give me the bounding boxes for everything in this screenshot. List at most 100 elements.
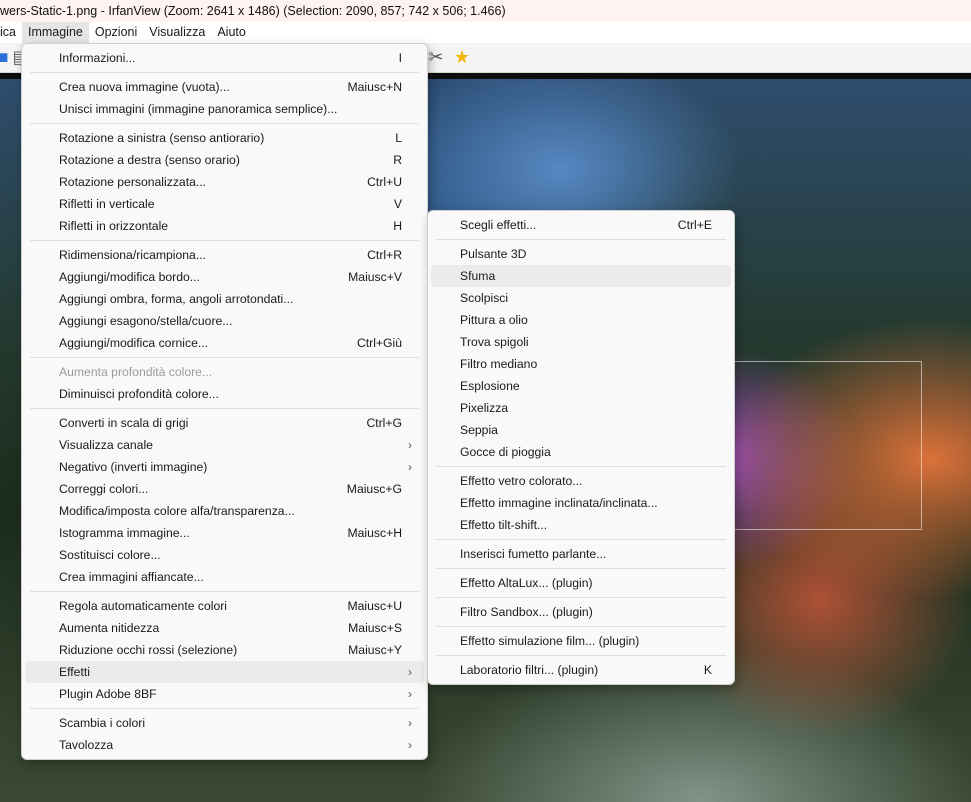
menu-separator [30,240,419,241]
menu-bar: ica Immagine Opzioni Visualizza Aiuto [0,22,971,43]
menu-item-regola-automaticamente-colori[interactable]: Regola automaticamente colori Maiusc+U [25,595,424,617]
menu-file-partial[interactable]: ica [0,22,22,43]
menu-item-label: Rifletti in verticale [59,197,155,211]
menu-item-shortcut: R [393,153,402,167]
menu-item-label: Effetto simulazione film... (plugin) [460,634,640,648]
menu-item-istogramma-immagine[interactable]: Istogramma immagine... Maiusc+H [25,522,424,544]
effects-item-pittura-a-olio[interactable]: Pittura a olio [431,309,731,331]
menu-item-label: Sostituisci colore... [59,548,161,562]
tools-icon[interactable]: ✂ [425,46,447,68]
effects-item-esplosione[interactable]: Esplosione [431,375,731,397]
effects-item-effetto-vetro-colorato[interactable]: Effetto vetro colorato... [431,470,731,492]
effects-item-pulsante-3d[interactable]: Pulsante 3D [431,243,731,265]
menu-item-label: Tavolozza [59,738,114,752]
menu-item-aggiungi-modifica-cornice[interactable]: Aggiungi/modifica cornice... Ctrl+Giù [25,332,424,354]
menu-item-plugin-adobe-8bf[interactable]: Plugin Adobe 8BF › [25,683,424,705]
menu-item-crea-nuova-immagine-vuota[interactable]: Crea nuova immagine (vuota)... Maiusc+N [25,76,424,98]
menu-item-correggi-colori[interactable]: Correggi colori... Maiusc+G [25,478,424,500]
menu-item-rotazione-personalizzata[interactable]: Rotazione personalizzata... Ctrl+U [25,171,424,193]
menu-separator [436,568,726,569]
menu-immagine[interactable]: Immagine [21,22,89,43]
menu-aiuto[interactable]: Aiuto [211,22,252,43]
effects-item-filtro-sandbox-plugin[interactable]: Filtro Sandbox... (plugin) [431,601,731,623]
menu-item-tavolozza[interactable]: Tavolozza › [25,734,424,756]
effects-item-filtro-mediano[interactable]: Filtro mediano [431,353,731,375]
chevron-right-icon: › [408,738,412,752]
menu-separator [30,708,419,709]
menu-item-rotazione-a-destra-senso-orario[interactable]: Rotazione a destra (senso orario) R [25,149,424,171]
menu-item-label: Aggiungi/modifica cornice... [59,336,209,350]
menu-item-effetti[interactable]: Effetti › [25,661,424,683]
menu-item-label: Effetto AltaLux... (plugin) [460,576,593,590]
menu-item-shortcut: Maiusc+G [346,482,402,496]
menu-item-aggiungi-ombra-forma-angoli-arrotondati[interactable]: Aggiungi ombra, forma, angoli arrotondat… [25,288,424,310]
menu-item-label: Plugin Adobe 8BF [59,687,157,701]
menu-item-negativo-inverti-immagine[interactable]: Negativo (inverti immagine) › [25,456,424,478]
effects-item-pixelizza[interactable]: Pixelizza [431,397,731,419]
effects-item-inserisci-fumetto-parlante[interactable]: Inserisci fumetto parlante... [431,543,731,565]
menu-item-aggiungi-esagono-stella-cuore[interactable]: Aggiungi esagono/stella/cuore... [25,310,424,332]
effects-item-gocce-di-pioggia[interactable]: Gocce di pioggia [431,441,731,463]
effects-item-effetto-tilt-shift[interactable]: Effetto tilt-shift... [431,514,731,536]
menu-item-shortcut: Ctrl+R [367,248,402,262]
window-title-bar: wers-Static-1.png - IrfanView (Zoom: 264… [0,0,971,22]
menu-item-unisci-immagini-immagine-panoramica-semplice[interactable]: Unisci immagini (immagine panoramica sem… [25,98,424,120]
menu-separator [436,539,726,540]
menu-item-sostituisci-colore[interactable]: Sostituisci colore... [25,544,424,566]
menu-item-visualizza-canale[interactable]: Visualizza canale › [25,434,424,456]
effects-item-effetto-immagine-inclinata-inclinata[interactable]: Effetto immagine inclinata/inclinata... [431,492,731,514]
menu-item-informazioni[interactable]: Informazioni... I [25,47,424,69]
menu-item-label: Negativo (inverti immagine) [59,460,208,474]
menu-item-label: Scambia i colori [59,716,146,730]
effects-item-scegli-effetti[interactable]: Scegli effetti... Ctrl+E [431,214,731,236]
menu-item-converti-in-scala-di-grigi[interactable]: Converti in scala di grigi Ctrl+G [25,412,424,434]
menu-item-label: Sfuma [460,269,496,283]
menu-item-rifletti-in-verticale[interactable]: Rifletti in verticale V [25,193,424,215]
menu-item-label: Visualizza canale [59,438,153,452]
menu-item-modifica-imposta-colore-alfa-transparenza[interactable]: Modifica/imposta colore alfa/transparenz… [25,500,424,522]
menu-item-label: Rotazione a destra (senso orario) [59,153,240,167]
menu-item-aggiungi-modifica-bordo[interactable]: Aggiungi/modifica bordo... Maiusc+V [25,266,424,288]
menu-item-label: Modifica/imposta colore alfa/transparenz… [59,504,295,518]
effects-item-effetto-simulazione-film-plugin[interactable]: Effetto simulazione film... (plugin) [431,630,731,652]
menu-item-shortcut: Maiusc+H [347,526,402,540]
effects-item-seppia[interactable]: Seppia [431,419,731,441]
menu-separator [436,239,726,240]
menu-item-aumenta-nitidezza[interactable]: Aumenta nitidezza Maiusc+S [25,617,424,639]
menu-item-label: Rotazione personalizzata... [59,175,207,189]
menu-item-scambia-i-colori[interactable]: Scambia i colori › [25,712,424,734]
menu-item-label: Effetto vetro colorato... [460,474,583,488]
image-menu: Informazioni... I Crea nuova immagine (vuo… [21,43,428,760]
menu-separator [436,597,726,598]
menu-item-rotazione-a-sinistra-senso-antiorario[interactable]: Rotazione a sinistra (senso antiorario) L [25,127,424,149]
menu-item-ridimensiona-ricampiona[interactable]: Ridimensiona/ricampiona... Ctrl+R [25,244,424,266]
menu-separator [436,466,726,467]
effects-item-scolpisci[interactable]: Scolpisci [431,287,731,309]
menu-item-label: Converti in scala di grigi [59,416,189,430]
menu-item-aumenta-profondita-colore: Aumenta profondità colore... [25,361,424,383]
menu-item-label: Laboratorio filtri... (plugin) [460,663,599,677]
menu-visualizza[interactable]: Visualizza [143,22,211,43]
star-icon[interactable]: ★ [451,46,473,68]
menu-item-shortcut: V [393,197,402,211]
menu-item-rifletti-in-orizzontale[interactable]: Rifletti in orizzontale H [25,215,424,237]
menu-separator [436,655,726,656]
menu-item-label: Diminuisci profondità colore... [59,387,219,401]
selection-rectangle[interactable] [722,361,922,530]
menu-item-shortcut: Maiusc+Y [348,643,402,657]
menu-opzioni[interactable]: Opzioni [89,22,143,43]
effects-item-trova-spigoli[interactable]: Trova spigoli [431,331,731,353]
menu-item-riduzione-occhi-rossi-selezione[interactable]: Riduzione occhi rossi (selezione) Maiusc+… [25,639,424,661]
menu-item-diminuisci-profondita-colore[interactable]: Diminuisci profondità colore... [25,383,424,405]
menu-item-crea-immagini-affiancate[interactable]: Crea immagini affiancate... [25,566,424,588]
effects-item-sfuma[interactable]: Sfuma [431,265,731,287]
menu-item-shortcut: Ctrl+U [367,175,402,189]
menu-item-shortcut: Maiusc+S [348,621,402,635]
menu-separator [436,626,726,627]
menu-item-label: Istogramma immagine... [59,526,190,540]
menu-item-label: Inserisci fumetto parlante... [460,547,607,561]
menu-item-label: Trova spigoli [460,335,529,349]
menu-item-shortcut: Maiusc+V [348,270,402,284]
effects-item-laboratorio-filtri-plugin[interactable]: Laboratorio filtri... (plugin) K [431,659,731,681]
effects-item-effetto-altalux-plugin[interactable]: Effetto AltaLux... (plugin) [431,572,731,594]
